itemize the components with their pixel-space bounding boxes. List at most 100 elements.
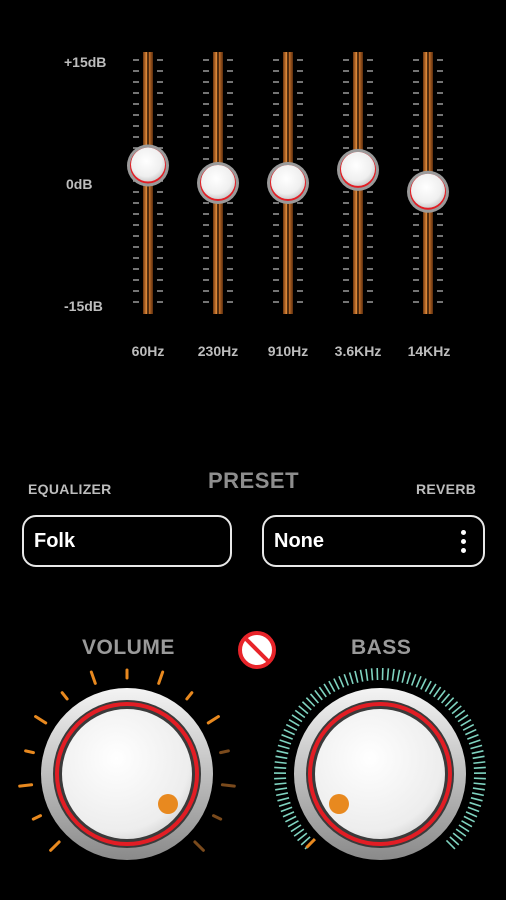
bass-tick: [448, 701, 459, 711]
bass-tick: [288, 718, 300, 727]
bass-tick: [468, 739, 481, 745]
bass-tick: [428, 683, 437, 695]
bass-tick: [469, 801, 482, 807]
eq-band-1[interactable]: [197, 52, 239, 314]
bass-tick: [370, 668, 374, 681]
bass-tick: [471, 750, 484, 755]
bass-tick: [460, 718, 472, 727]
volume-tick: [34, 715, 48, 725]
bass-tick: [285, 723, 298, 731]
bass-tick: [283, 728, 295, 736]
eq-band-3[interactable]: [337, 52, 379, 314]
bass-tick: [449, 836, 460, 846]
equalizer-sliders[interactable]: [0, 0, 506, 340]
volume-tick: [219, 749, 230, 755]
bass-knob[interactable]: [253, 660, 506, 900]
bass-tick: [333, 678, 340, 690]
bass-tick: [274, 766, 287, 769]
kebab-menu-icon[interactable]: [461, 530, 467, 557]
bass-tick: [287, 820, 299, 828]
bass-tick: [359, 669, 364, 682]
eq-thumb: [411, 173, 445, 208]
bass-tick: [451, 705, 462, 715]
volume-tick: [49, 840, 61, 852]
volume-knob[interactable]: [0, 660, 253, 900]
volume-tick: [157, 670, 165, 685]
bass-tick: [461, 820, 473, 828]
bass-start-marker: [305, 837, 317, 849]
bass-tick: [472, 787, 485, 791]
equalizer-preset-dropdown[interactable]: Folk: [22, 515, 232, 567]
eq-thumb: [341, 151, 375, 186]
bass-tick: [441, 693, 451, 704]
bass-tick: [462, 723, 475, 731]
volume-tick: [185, 691, 194, 701]
volume-tick: [31, 814, 43, 821]
bass-tick: [294, 709, 306, 719]
reverb-preset-dropdown[interactable]: None: [262, 515, 485, 567]
equalizer-preset-value: Folk: [34, 529, 76, 552]
bass-tick: [293, 828, 305, 837]
freq-label-60hz: 60Hz: [131, 343, 165, 359]
reverb-preset-value: None: [274, 529, 324, 552]
bass-tick: [465, 728, 477, 736]
volume-tick: [211, 814, 223, 821]
preset-title: PRESET: [208, 468, 300, 493]
bass-tick: [470, 797, 483, 802]
bass-tick: [454, 709, 466, 719]
bass-tick: [473, 782, 486, 786]
bass-tick: [277, 797, 290, 802]
bass-tick: [420, 678, 427, 690]
bass-tick: [406, 672, 412, 685]
bass-tick: [410, 673, 417, 686]
eq-band-2[interactable]: [267, 52, 309, 314]
bass-tick: [275, 755, 288, 760]
freq-label-910hz: 910Hz: [267, 343, 309, 359]
bass-tick: [444, 697, 455, 707]
bass-tick: [318, 686, 327, 698]
bass-tick: [275, 787, 288, 791]
bass-tick: [473, 777, 486, 780]
bass-tick: [396, 669, 401, 682]
bass-tick: [472, 755, 485, 760]
volume-indicator-dot: [158, 794, 178, 814]
bass-tick: [285, 815, 297, 823]
bass-tick: [279, 739, 292, 745]
bass-tick: [463, 815, 475, 823]
bass-label: BASS: [351, 636, 412, 659]
bass-tick: [328, 680, 336, 693]
bass-tick: [301, 701, 312, 711]
volume-tick: [206, 715, 220, 725]
bass-tick: [274, 761, 287, 765]
freq-label-230hz: 230Hz: [197, 343, 239, 359]
bass-tick: [281, 733, 293, 740]
bass-tick: [455, 828, 467, 837]
volume-label: VOLUME: [82, 636, 175, 659]
bass-tick: [391, 668, 395, 681]
bass-tick: [278, 801, 291, 807]
bass-tick: [348, 672, 354, 685]
bass-tick: [298, 705, 309, 715]
bass-tick: [433, 686, 442, 698]
bass-indicator-dot: [329, 794, 349, 814]
bass-tick: [282, 811, 295, 818]
bass-tick: [309, 693, 319, 704]
eq-band-4[interactable]: [407, 52, 449, 314]
volume-tick: [193, 840, 205, 852]
bass-tick: [467, 806, 480, 813]
volume-tick: [220, 783, 236, 788]
eq-band-0[interactable]: [127, 52, 169, 314]
reverb-label: REVERB: [416, 481, 477, 497]
bass-tick: [467, 733, 479, 740]
bass-tick: [280, 806, 293, 813]
bass-tick: [470, 744, 483, 750]
bass-tick: [386, 668, 390, 681]
bass-tick: [354, 670, 359, 683]
eq-thumb: [271, 165, 305, 199]
bass-tick: [277, 744, 290, 750]
eq-thumb: [131, 147, 165, 182]
bass-tick: [314, 689, 323, 701]
bass-tick: [323, 683, 332, 695]
bass-tick: [274, 777, 287, 780]
bass-tick: [424, 680, 432, 693]
